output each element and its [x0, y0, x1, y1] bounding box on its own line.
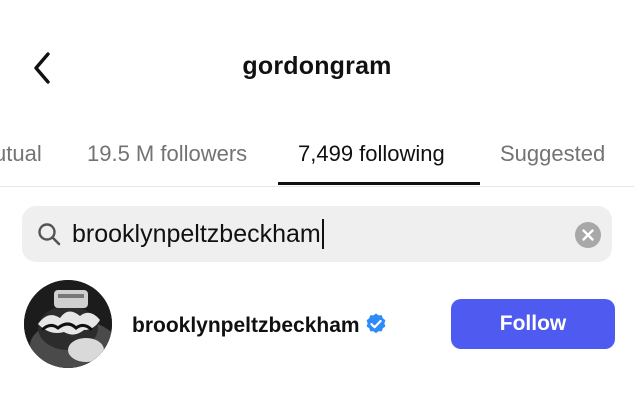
page-title: gordongram [242, 52, 392, 80]
tab-suggested[interactable]: Suggested [500, 130, 605, 186]
search-icon [38, 223, 61, 246]
tab-mutual[interactable]: utual [0, 130, 42, 186]
search-bar[interactable]: brooklynpeltzbeckham [22, 206, 612, 262]
username-text: brooklynpeltzbeckham [132, 314, 360, 337]
text-caret [321, 219, 324, 249]
avatar[interactable] [24, 280, 112, 368]
result-username[interactable]: brooklynpeltzbeckham [132, 312, 388, 338]
verified-badge-icon [366, 313, 385, 334]
follow-button[interactable]: Follow [451, 299, 615, 349]
tab-following[interactable]: 7,499 following [298, 130, 445, 186]
active-tab-indicator [278, 182, 480, 185]
header: gordongram [0, 0, 634, 130]
clear-icon [575, 222, 601, 248]
search-input[interactable]: brooklynpeltzbeckham [72, 219, 324, 249]
tab-followers[interactable]: 19.5 M followers [87, 130, 247, 186]
search-query-text: brooklynpeltzbeckham [72, 220, 321, 248]
clear-search-button[interactable] [575, 222, 601, 248]
list-item[interactable]: brooklynpeltzbeckham Follow [0, 278, 634, 370]
tab-bar: utual 19.5 M followers 7,499 following S… [0, 130, 634, 187]
profile-photo [24, 280, 112, 368]
